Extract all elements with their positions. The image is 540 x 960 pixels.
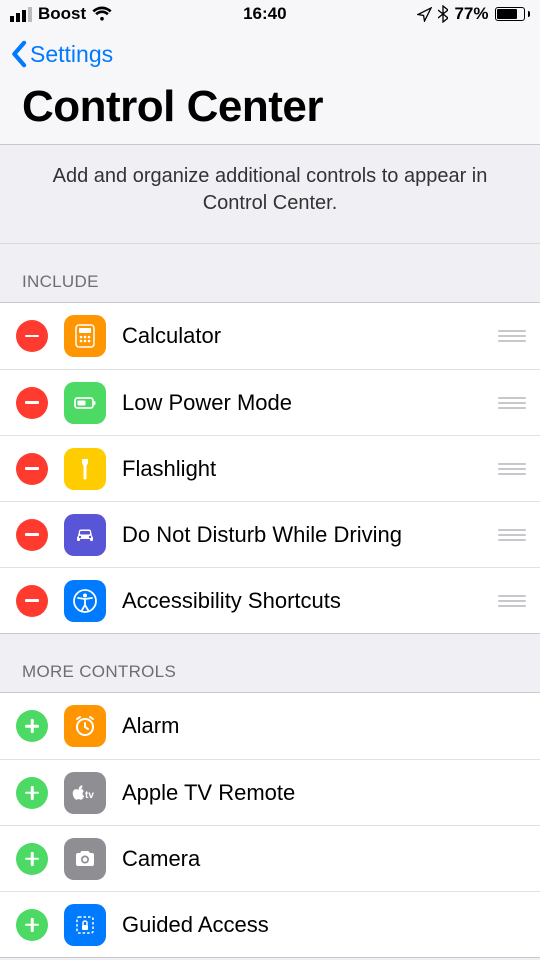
drag-handle-icon[interactable] — [494, 529, 526, 541]
remove-button[interactable] — [16, 585, 48, 617]
battery-fill — [497, 9, 518, 19]
more-list: Alarm Apple TV Remote Camera Guided Access — [0, 692, 540, 958]
add-button[interactable] — [16, 710, 48, 742]
chevron-left-icon — [10, 40, 27, 68]
list-row: Camera — [0, 825, 540, 891]
list-row: Apple TV Remote — [0, 759, 540, 825]
row-label: Apple TV Remote — [122, 780, 526, 806]
add-button[interactable] — [16, 909, 48, 941]
remove-button[interactable] — [16, 453, 48, 485]
accessibility-icon — [64, 580, 106, 622]
remove-button[interactable] — [16, 519, 48, 551]
lock-icon — [64, 904, 106, 946]
drag-handle-icon[interactable] — [494, 595, 526, 607]
row-label: Do Not Disturb While Driving — [122, 522, 478, 548]
large-title-area: Control Center — [0, 80, 540, 145]
wifi-icon — [92, 6, 112, 22]
status-left: Boost — [10, 4, 112, 24]
list-row: Guided Access — [0, 891, 540, 957]
carrier-label: Boost — [38, 4, 86, 24]
flashlight-icon — [64, 448, 106, 490]
row-label: Flashlight — [122, 456, 478, 482]
car-icon — [64, 514, 106, 556]
row-label: Camera — [122, 846, 526, 872]
add-button[interactable] — [16, 843, 48, 875]
nav-bar: Settings — [0, 28, 540, 80]
list-row: Alarm — [0, 693, 540, 759]
row-label: Calculator — [122, 323, 478, 349]
alarm-icon — [64, 705, 106, 747]
drag-handle-icon[interactable] — [494, 330, 526, 342]
battery-icon — [495, 7, 531, 21]
row-label: Guided Access — [122, 912, 526, 938]
list-row: Accessibility Shortcuts — [0, 567, 540, 633]
camera-icon — [64, 838, 106, 880]
page-title: Control Center — [22, 82, 518, 132]
page-description: Add and organize additional controls to … — [0, 145, 540, 244]
status-time: 16:40 — [243, 4, 286, 24]
drag-handle-icon[interactable] — [494, 463, 526, 475]
back-label: Settings — [30, 41, 113, 68]
back-button[interactable]: Settings — [10, 40, 113, 68]
battery-pct: 77% — [454, 4, 488, 24]
list-row: Do Not Disturb While Driving — [0, 501, 540, 567]
bluetooth-icon — [438, 5, 448, 23]
row-label: Alarm — [122, 713, 526, 739]
section-header-include: INCLUDE — [0, 244, 540, 302]
signal-icon — [10, 7, 32, 22]
list-row: Flashlight — [0, 435, 540, 501]
status-bar: Boost 16:40 77% — [0, 0, 540, 28]
remove-button[interactable] — [16, 320, 48, 352]
calculator-icon — [64, 315, 106, 357]
appletv-icon — [64, 772, 106, 814]
add-button[interactable] — [16, 777, 48, 809]
battery-icon — [64, 382, 106, 424]
list-row: Calculator — [0, 303, 540, 369]
row-label: Low Power Mode — [122, 390, 478, 416]
list-row: Low Power Mode — [0, 369, 540, 435]
drag-handle-icon[interactable] — [494, 397, 526, 409]
row-label: Accessibility Shortcuts — [122, 588, 478, 614]
include-list: Calculator Low Power Mode Flashlight Do Not… — [0, 302, 540, 634]
section-header-more: MORE CONTROLS — [0, 634, 540, 692]
remove-button[interactable] — [16, 387, 48, 419]
location-icon — [417, 7, 432, 22]
status-right: 77% — [417, 4, 530, 24]
